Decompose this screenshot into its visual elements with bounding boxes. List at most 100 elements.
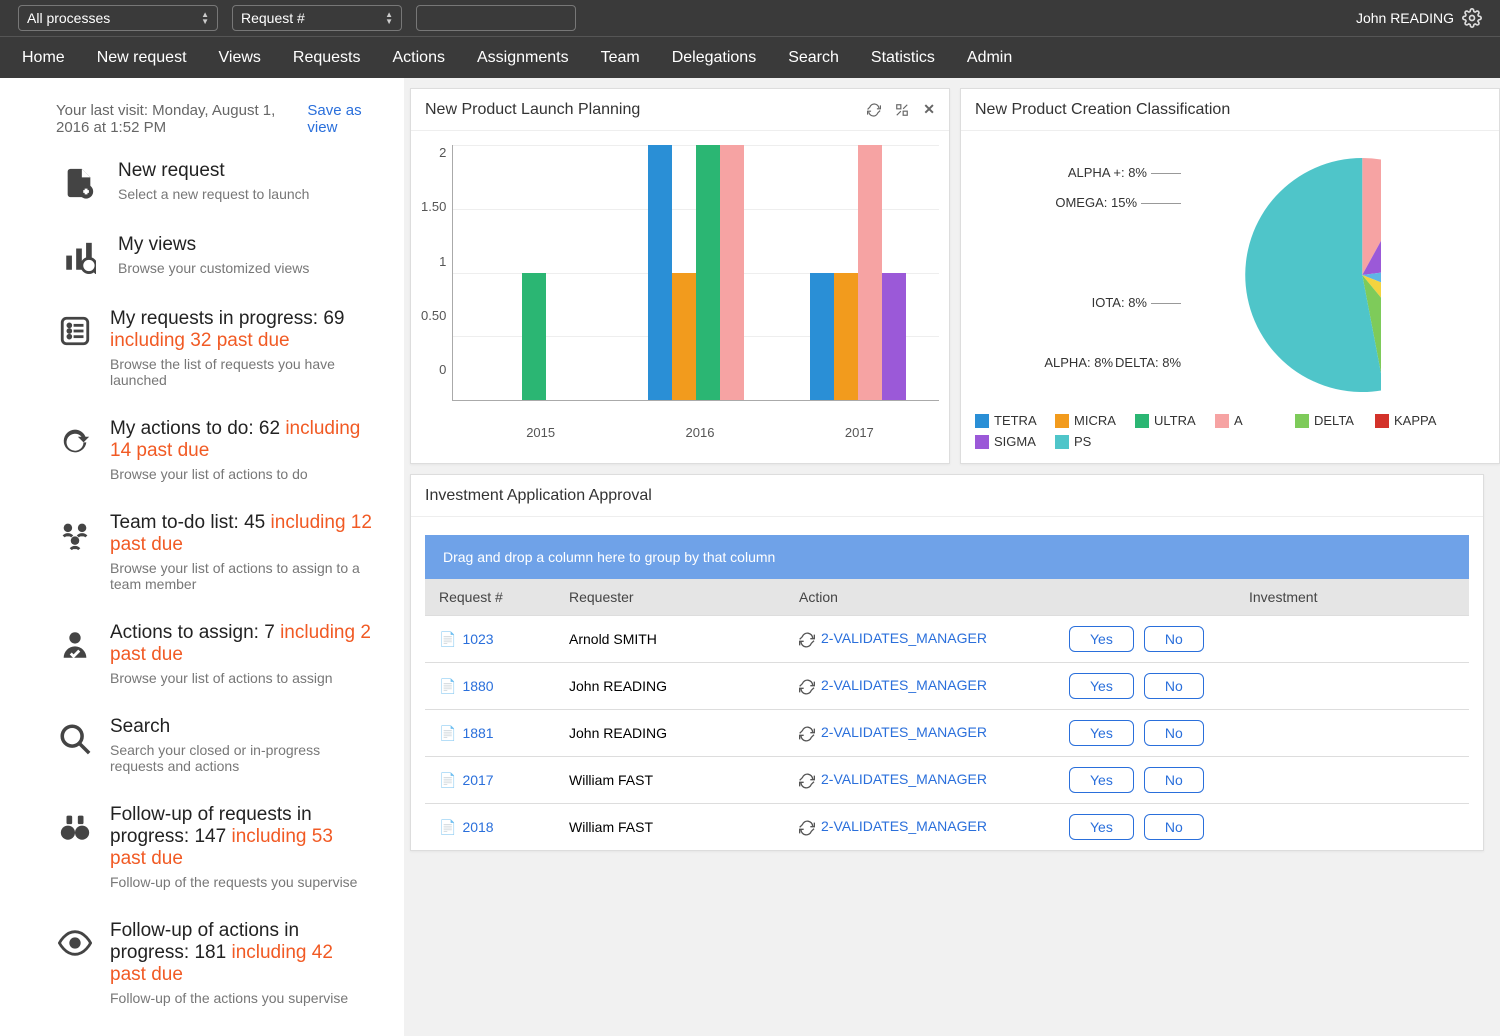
yes-button[interactable]: Yes [1069, 767, 1134, 793]
bar-micra-2016[interactable] [672, 273, 696, 401]
menu-sub: Browse your list of actions to assign [110, 670, 374, 686]
nav-bar: HomeNew requestViewsRequestsActionsAssig… [0, 36, 1500, 78]
legend-swatch-icon [1055, 435, 1069, 449]
sync-icon [799, 820, 815, 836]
top-search-input[interactable] [416, 5, 576, 31]
panel-product-launch: New Product Launch Planning ✕ 21.5010.50… [410, 88, 950, 464]
request-link[interactable]: 2017 [462, 772, 493, 788]
requester-cell: John READING [555, 668, 785, 704]
panel-investment-approval: Investment Application Approval Drag and… [410, 474, 1484, 851]
legend-item[interactable]: TETRA [975, 413, 1055, 428]
nav-delegations[interactable]: Delegations [656, 49, 773, 67]
nav-team[interactable]: Team [585, 49, 656, 67]
legend-swatch-icon [1295, 414, 1309, 428]
th-action[interactable]: Action [785, 579, 1055, 615]
menu-followup-actions[interactable]: Follow-up of actions in progress: 181 in… [58, 920, 374, 1006]
panel-refresh-icon[interactable] [867, 103, 881, 117]
gear-icon[interactable] [1462, 8, 1482, 28]
nav-actions[interactable]: Actions [377, 49, 461, 67]
no-button[interactable]: No [1144, 814, 1204, 840]
action-link[interactable]: 2-VALIDATES_MANAGER [821, 818, 987, 834]
nav-requests[interactable]: Requests [277, 49, 377, 67]
request-select-label: Request # [241, 10, 305, 26]
nav-assignments[interactable]: Assignments [461, 49, 585, 67]
action-link[interactable]: 2-VALIDATES_MANAGER [821, 677, 987, 693]
process-select[interactable]: All processes ▲▼ [18, 5, 218, 31]
menu-new-request[interactable]: New request Select a new request to laun… [58, 160, 374, 204]
menu-title: Follow-up of requests in progress: 147 i… [110, 804, 374, 870]
menu-actions-assign[interactable]: Actions to assign: 7 including 2 past du… [58, 622, 374, 686]
panel-close-icon[interactable]: ✕ [923, 101, 935, 118]
legend-item[interactable]: ULTRA [1135, 413, 1215, 428]
legend-item[interactable]: SIGMA [975, 434, 1055, 449]
save-as-view-link[interactable]: Save as view [307, 102, 374, 136]
action-link[interactable]: 2-VALIDATES_MANAGER [821, 724, 987, 740]
menu-team-todo[interactable]: Team to-do list: 45 including 12 past du… [58, 512, 374, 592]
menu-sub: Browse your customized views [118, 260, 309, 276]
bar-ultra-2016[interactable] [696, 145, 720, 400]
nav-statistics[interactable]: Statistics [855, 49, 951, 67]
panel-expand-icon[interactable] [895, 103, 909, 117]
nav-views[interactable]: Views [203, 49, 277, 67]
request-link[interactable]: 2018 [462, 819, 493, 835]
group-hint[interactable]: Drag and drop a column here to group by … [425, 535, 1469, 579]
yes-button[interactable]: Yes [1069, 814, 1134, 840]
yes-button[interactable]: Yes [1069, 626, 1134, 652]
action-link[interactable]: 2-VALIDATES_MANAGER [821, 630, 987, 646]
menu-my-views[interactable]: My views Browse your customized views [58, 234, 374, 278]
panel-title: New Product Creation Classification [975, 101, 1230, 119]
bar-tetra-2016[interactable] [648, 145, 672, 400]
sync-icon [799, 773, 815, 789]
menu-title: My views [118, 234, 309, 256]
pie-slice-other[interactable] [1245, 158, 1381, 392]
menu-sub: Browse your list of actions to do [110, 466, 374, 482]
th-requester[interactable]: Requester [555, 579, 785, 615]
yes-button[interactable]: Yes [1069, 720, 1134, 746]
request-link[interactable]: 1023 [462, 631, 493, 647]
document-icon: 📄 [439, 631, 456, 647]
th-investment[interactable]: Investment [1235, 579, 1469, 615]
menu-my-actions[interactable]: My actions to do: 62 including 14 past d… [58, 418, 374, 482]
no-button[interactable]: No [1144, 673, 1204, 699]
menu-title: Actions to assign: 7 including 2 past du… [110, 622, 374, 666]
no-button[interactable]: No [1144, 626, 1204, 652]
menu-search[interactable]: Search Search your closed or in-progress… [58, 716, 374, 774]
legend-swatch-icon [1135, 414, 1149, 428]
search-icon [58, 718, 92, 760]
no-button[interactable]: No [1144, 720, 1204, 746]
no-button[interactable]: No [1144, 767, 1204, 793]
bar-tetra-2017[interactable] [810, 273, 834, 401]
legend-item[interactable]: PS [1055, 434, 1135, 449]
bar-micra-2017[interactable] [834, 273, 858, 401]
panel-product-classification: New Product Creation Classification ALPH… [960, 88, 1500, 464]
user-check-icon [58, 624, 92, 666]
nav-home[interactable]: Home [6, 49, 81, 67]
bar-alpha-2016[interactable] [720, 145, 744, 400]
action-link[interactable]: 2-VALIDATES_MANAGER [821, 771, 987, 787]
yes-button[interactable]: Yes [1069, 673, 1134, 699]
requester-cell: John READING [555, 715, 785, 751]
nav-admin[interactable]: Admin [951, 49, 1028, 67]
process-select-label: All processes [27, 10, 110, 26]
legend-item[interactable]: KAPPA [1375, 413, 1455, 428]
menu-sub: Follow-up of the actions you supervise [110, 990, 374, 1006]
bar-ultra-2015[interactable] [522, 273, 546, 401]
bar-alpha-2017[interactable] [858, 145, 882, 400]
request-link[interactable]: 1881 [462, 725, 493, 741]
legend-item[interactable]: A [1215, 413, 1295, 428]
nav-search[interactable]: Search [772, 49, 855, 67]
request-select[interactable]: Request # ▲▼ [232, 5, 402, 31]
bar-sigma-2017[interactable] [882, 273, 906, 401]
sync-icon [799, 679, 815, 695]
menu-my-requests[interactable]: My requests in progress: 69 including 32… [58, 308, 374, 388]
menu-followup-requests[interactable]: Follow-up of requests in progress: 147 i… [58, 804, 374, 890]
request-link[interactable]: 1880 [462, 678, 493, 694]
legend-item[interactable]: DELTA [1295, 413, 1375, 428]
nav-new-request[interactable]: New request [81, 49, 203, 67]
menu-sub: Browse the list of requests you have lau… [110, 356, 374, 388]
th-request[interactable]: Request # [425, 579, 555, 615]
legend-item[interactable]: MICRA [1055, 413, 1135, 428]
last-visit-label: Your last visit: Monday, August 1, 2016 … [56, 102, 307, 136]
user-name-label: John READING [1356, 10, 1454, 26]
bar-chart: 21.5010.500 201520162017 [411, 131, 949, 450]
